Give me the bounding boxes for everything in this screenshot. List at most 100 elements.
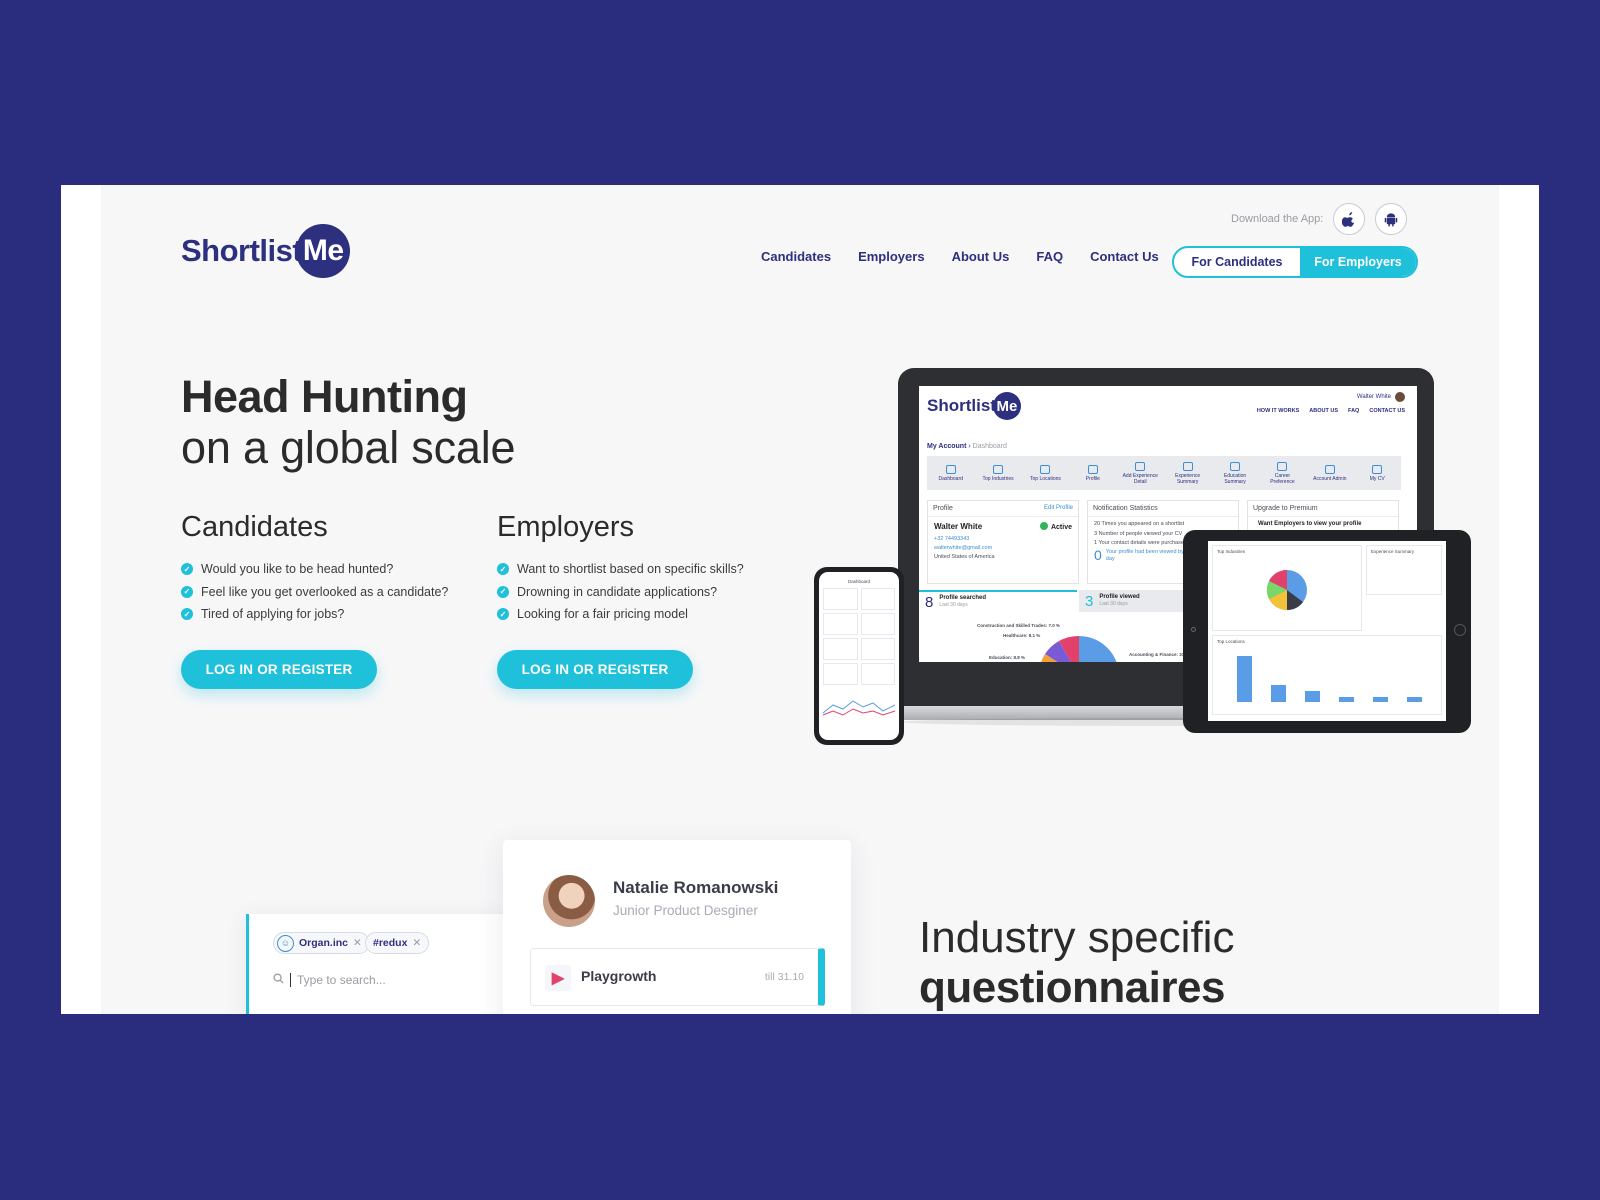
screen-logo-text: Shortlist (927, 396, 996, 415)
screen-user: Walter White (1357, 392, 1405, 402)
screen-tab-label: Experience Summary (1175, 472, 1201, 485)
screen-nav-item: FAQ (1348, 408, 1360, 414)
screen-nav: HOW IT WORKS ABOUT US FAQ CONTACT US (1257, 408, 1405, 414)
phone-line-chart (822, 700, 896, 716)
screen-tab: Account Admin (1310, 464, 1350, 482)
bar (1407, 697, 1422, 702)
edit-profile-link: Edit Profile (1043, 505, 1073, 511)
bar (1305, 691, 1320, 702)
nav-employers[interactable]: Employers (858, 249, 924, 265)
candidate-role: Junior Product Desginer (613, 903, 758, 918)
avatar (543, 875, 595, 927)
breadcrumb-page: Dashboard (972, 443, 1007, 450)
section-title-bold: questionnaires (919, 963, 1225, 1012)
screen-tabs: Dashboard Top Industries Top Locations P… (927, 456, 1401, 490)
phone-tile (823, 613, 858, 635)
apple-icon[interactable] (1333, 203, 1366, 235)
text-cursor (290, 973, 291, 987)
screen-tab-label: My CV (1369, 475, 1385, 482)
tablet-experience-card: Experience Summary (1366, 545, 1442, 595)
screen-nav-item: CONTACT US (1369, 408, 1405, 414)
bar (1271, 685, 1286, 702)
logo-text: Shortlist (181, 233, 303, 268)
check-icon: ✓ (181, 563, 193, 576)
company-logo-icon: ▶ (545, 965, 571, 991)
download-app: Download the App: (1231, 203, 1408, 235)
phone-tile (823, 663, 858, 685)
browser-frame: Shortlist Me Download the App: Candidate… (61, 185, 1539, 1014)
nav-candidates[interactable]: Candidates (761, 249, 831, 265)
stat-number: 3 (1085, 592, 1094, 610)
phone-tile (823, 588, 858, 610)
employers-login-button[interactable]: LOG IN OR REGISTER (497, 649, 693, 689)
screen-stat-searched: 8 Profile searched Last 30 days (919, 590, 1077, 612)
profile-country: United States of America (934, 554, 995, 560)
search-icon (273, 973, 284, 987)
landing-page: Shortlist Me Download the App: Candidate… (101, 185, 1499, 1014)
list-item: ✓ Want to shortlist based on specific ski… (497, 558, 797, 581)
filter-tag[interactable]: ☺ Organ.inc ✕ (273, 932, 370, 954)
stat-label: Profile searched (939, 595, 987, 601)
download-label: Download the App: (1231, 213, 1324, 225)
phone-tile (860, 638, 895, 660)
upgrade-text: Want Employers to view your profile (1258, 521, 1362, 527)
profile-name: Walter White (934, 522, 983, 531)
close-icon[interactable]: ✕ (353, 937, 362, 949)
candidates-list: ✓ Would you like to be head hunted? ✓ Feel… (181, 558, 481, 626)
phone-screen: Dashboard (819, 572, 899, 740)
notification-zero: 0 (1094, 546, 1102, 563)
candidates-login-button[interactable]: LOG IN OR REGISTER (181, 649, 377, 689)
profile-phone: +32 74493343 (934, 536, 970, 542)
tablet-screen: Top Industries Experience Summary Top Lo… (1208, 541, 1446, 721)
screen-user-name: Walter White (1356, 394, 1391, 400)
list-item-text: Would you like to be head hunted? (201, 562, 394, 577)
screen-logo: Shortlist Me (927, 392, 1021, 420)
filter-tag[interactable]: #redux ✕ (365, 932, 430, 954)
close-icon[interactable]: ✕ (412, 937, 421, 949)
list-item-text: Drowning in candidate applications? (517, 584, 718, 599)
card-header: Notification Statistics (1088, 501, 1238, 517)
notification-line: 20 Times you appeared on a shortlist (1094, 521, 1185, 527)
section-title: Industry specific (919, 913, 1235, 962)
camera-icon (1191, 627, 1196, 632)
tablet-industries-card: Top Industries (1212, 545, 1362, 631)
tablet-card-title: Experience Summary (1371, 549, 1415, 554)
pie-label: Education: 8.8 % (989, 655, 1026, 660)
check-icon: ✓ (497, 563, 509, 576)
phone-tile (860, 588, 895, 610)
screen-logo-badge: Me (992, 392, 1021, 420)
for-candidates-button[interactable]: For Candidates (1174, 248, 1300, 276)
pie-label: Construction and Skilled Trades: 7.0 % (977, 623, 1061, 628)
screen-tab: My CV (1357, 464, 1397, 482)
search-card: ☺ Organ.inc ✕ #redux ✕ Type to search... (246, 914, 516, 1014)
logo[interactable]: Shortlist Me (181, 223, 351, 279)
tablet-card-title: Top Locations (1217, 639, 1245, 644)
card-title: Profile (933, 505, 953, 512)
screen-tab: Career Preference (1262, 461, 1302, 485)
android-icon[interactable] (1375, 203, 1408, 235)
for-employers-button[interactable]: For Employers (1300, 248, 1416, 276)
check-icon: ✓ (181, 585, 193, 598)
stat-number: 8 (925, 593, 934, 611)
card-title: Notification Statistics (1093, 505, 1158, 512)
list-item: ✓ Feel like you get overlooked as a candi… (181, 581, 481, 604)
nav-faq[interactable]: FAQ (1036, 249, 1063, 265)
nav-about-us[interactable]: About Us (952, 249, 1010, 265)
search-input[interactable]: Type to search... (273, 973, 386, 987)
list-item: ✓ Looking for a fair pricing model (497, 603, 797, 626)
breadcrumb-root: My Account (927, 443, 967, 450)
logo-badge: Me (296, 224, 351, 278)
screen-tab-label: Profile (1085, 475, 1100, 482)
bar (1373, 697, 1388, 702)
screen-tab: Profile (1073, 464, 1113, 482)
card-header: Profile Edit Profile (928, 501, 1078, 517)
tablet-pie-chart (1266, 569, 1307, 611)
profile-email: walterwhite@gmail.com (934, 545, 993, 551)
nav-contact-us[interactable]: Contact Us (1090, 249, 1159, 265)
phone-tile (860, 663, 895, 685)
stat-sub: Last 30 days (939, 602, 968, 608)
job-date: till 31.10 (764, 971, 804, 983)
candidates-heading: Candidates (181, 511, 328, 543)
job-entry[interactable]: ▶ Playgrowth till 31.10 (530, 948, 825, 1006)
screen-tab: Top Industries (978, 464, 1018, 482)
